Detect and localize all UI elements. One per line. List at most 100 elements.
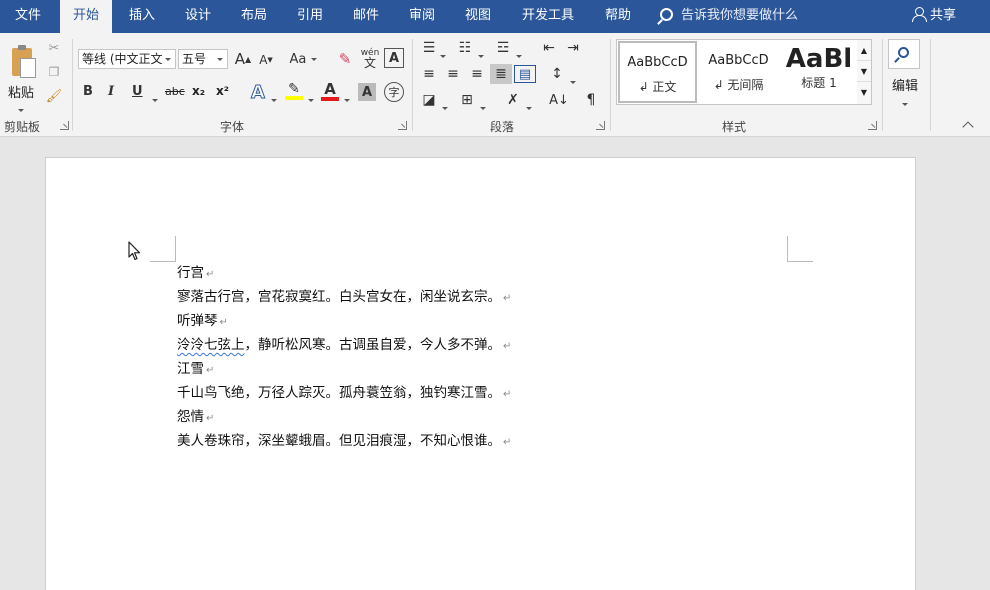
ribbon-home: 粘贴 ✂ ❐ 🖌 剪贴板 等线 (中文正文 五号 A ▲ A ▼ Aa ✎ wén 文… xyxy=(0,33,990,137)
tab-view[interactable]: 视图 xyxy=(454,0,502,33)
chevron-down-icon[interactable] xyxy=(271,91,277,105)
tab-help[interactable]: 帮助 xyxy=(594,0,642,33)
numbering-icon[interactable]: ☷ xyxy=(454,39,476,57)
decrease-indent-icon[interactable]: ⇤ xyxy=(538,39,560,57)
paste-button[interactable]: 粘贴 xyxy=(2,37,40,113)
align-center-icon[interactable]: ≡ xyxy=(442,65,464,83)
font-name-combo[interactable]: 等线 (中文正文 xyxy=(78,49,176,69)
style-no-spacing[interactable]: AaBbCcD ↲ 无间隔 xyxy=(699,41,778,103)
margin-corner-mark xyxy=(150,236,176,262)
chevron-down-icon[interactable] xyxy=(308,91,314,105)
chevron-down-icon[interactable] xyxy=(480,99,486,113)
clear-formatting-icon[interactable]: ✎ xyxy=(336,49,354,69)
shrink-font-icon: A xyxy=(259,53,268,67)
character-shading-icon[interactable]: A xyxy=(358,83,376,101)
poem-text: 寥落古行宫，宫花寂寞红。白头宫女在，闲坐说玄宗。 xyxy=(177,289,501,305)
chevron-down-icon[interactable] xyxy=(478,47,484,61)
poem-title: 听弹琴 xyxy=(177,313,218,329)
chevron-down-icon[interactable] xyxy=(516,47,522,61)
italic-button[interactable]: I xyxy=(108,84,114,99)
gallery-down-icon[interactable]: ▼ xyxy=(857,61,871,82)
grow-font-button[interactable]: A ▲ xyxy=(234,49,252,69)
bold-button[interactable]: B xyxy=(83,84,93,99)
tab-developer[interactable]: 开发工具 xyxy=(514,0,582,33)
highlight-color-button[interactable]: ✎ xyxy=(284,79,304,103)
shading-icon[interactable]: ◪ xyxy=(418,91,440,109)
chevron-down-icon[interactable] xyxy=(570,73,576,87)
doc-line: 行宫 ↵ xyxy=(177,262,511,286)
document-page[interactable]: 行宫 ↵ 寥落古行宫，宫花寂寞红。白头宫女在，闲坐说玄宗。 ↵ 听弹琴 ↵ 泠泠七弦上… xyxy=(45,157,916,590)
gallery-up-icon[interactable]: ▲ xyxy=(857,40,871,61)
tab-file[interactable]: 文件 xyxy=(0,0,56,33)
collapse-ribbon-icon[interactable] xyxy=(962,121,974,133)
paragraph-launcher-icon[interactable] xyxy=(596,121,605,130)
tab-home[interactable]: 开始 xyxy=(60,0,112,33)
font-launcher-icon[interactable] xyxy=(398,121,407,130)
tab-references[interactable]: 引用 xyxy=(286,0,334,33)
strikethrough-button[interactable]: abc xyxy=(165,85,185,98)
person-icon xyxy=(912,7,927,22)
document-canvas: 行宫 ↵ 寥落古行宫，宫花寂寞红。白头宫女在，闲坐说玄宗。 ↵ 听弹琴 ↵ 泠泠七弦上… xyxy=(0,138,990,590)
scissors-icon[interactable]: ✂ xyxy=(44,39,64,57)
copy-icon[interactable]: ❐ xyxy=(44,63,64,81)
share-button[interactable]: 共享 xyxy=(912,0,956,33)
doc-line: 寥落古行宫，宫花寂寞红。白头宫女在，闲坐说玄宗。 ↵ xyxy=(177,286,511,310)
asian-layout-icon[interactable]: ✗ xyxy=(502,91,524,109)
style-name: ↲ 正文 xyxy=(638,80,677,94)
find-button[interactable] xyxy=(888,39,920,69)
line-spacing-icon[interactable]: ↕ xyxy=(546,65,568,83)
phonetic-guide-button[interactable]: wén 文 xyxy=(360,45,380,71)
tell-me-search[interactable]: 告诉我你想要做什么 xyxy=(660,0,798,33)
chevron-down-icon[interactable] xyxy=(440,47,446,61)
document-body[interactable]: 行宫 ↵ 寥落古行宫，宫花寂寞红。白头宫女在，闲坐说玄宗。 ↵ 听弹琴 ↵ 泠泠七弦上… xyxy=(177,262,511,454)
tell-me-text: 告诉我你想要做什么 xyxy=(681,8,799,23)
superscript-button[interactable]: x² xyxy=(216,84,229,98)
bullets-icon[interactable]: ☰ xyxy=(418,39,440,57)
align-left-icon[interactable]: ≡ xyxy=(418,65,440,83)
group-label-clipboard: 剪贴板 xyxy=(4,120,41,134)
shrink-font-button[interactable]: A ▼ xyxy=(258,51,274,69)
increase-indent-icon[interactable]: ⇥ xyxy=(562,39,584,57)
show-formatting-marks-icon[interactable]: ¶ xyxy=(580,91,602,109)
tab-review[interactable]: 审阅 xyxy=(398,0,446,33)
gallery-more-icon[interactable]: ▼ xyxy=(857,82,871,103)
clipboard-launcher-icon[interactable] xyxy=(60,121,69,130)
tab-insert[interactable]: 插入 xyxy=(118,0,166,33)
distributed-icon[interactable]: ▤ xyxy=(514,65,536,83)
editing-label[interactable]: 编辑 xyxy=(892,75,918,94)
align-right-icon[interactable]: ≡ xyxy=(466,65,488,83)
multilevel-list-icon[interactable]: ☲ xyxy=(492,39,514,57)
format-painter-icon[interactable]: 🖌 xyxy=(44,87,64,105)
chevron-down-icon[interactable] xyxy=(902,95,908,109)
search-icon xyxy=(898,47,909,58)
text-effects-icon[interactable]: A xyxy=(248,81,268,103)
doc-line: 千山鸟飞绝，万径人踪灭。孤舟蓑笠翁，独钓寒江雪。 ↵ xyxy=(177,382,511,406)
spelling-flagged-text: 泠泠七弦上 xyxy=(177,337,245,353)
chevron-down-icon[interactable] xyxy=(526,99,532,113)
tab-layout[interactable]: 布局 xyxy=(230,0,278,33)
tab-design[interactable]: 设计 xyxy=(174,0,222,33)
borders-icon[interactable]: ⊞ xyxy=(456,91,478,109)
character-border-icon[interactable]: A xyxy=(384,48,404,68)
chevron-down-icon[interactable] xyxy=(344,91,350,105)
paragraph-mark: ↵ xyxy=(503,293,512,304)
style-heading-1[interactable]: AaBl 标题 1 xyxy=(780,41,858,103)
underline-button[interactable]: U xyxy=(132,84,143,99)
justify-icon[interactable]: ≣ xyxy=(490,64,512,84)
change-case-button[interactable]: Aa xyxy=(288,49,318,69)
style-normal[interactable]: AaBbCcD ↲ 正文 xyxy=(618,41,697,103)
group-divider xyxy=(610,39,611,131)
subscript-button[interactable]: x₂ xyxy=(192,84,205,98)
font-color-icon: A xyxy=(324,79,336,98)
chevron-down-icon[interactable] xyxy=(152,91,158,105)
font-size-combo[interactable]: 五号 xyxy=(178,49,228,69)
chevron-down-icon[interactable] xyxy=(442,99,448,113)
font-color-button[interactable]: A xyxy=(320,79,340,103)
poem-text: 千山鸟飞绝，万径人踪灭。孤舟蓑笠翁，独钓寒江雪。 xyxy=(177,385,501,401)
styles-launcher-icon[interactable] xyxy=(868,121,877,130)
tab-mailings[interactable]: 邮件 xyxy=(342,0,390,33)
styles-gallery-scroll: ▲ ▼ ▼ xyxy=(857,39,872,105)
paragraph-mark: ↵ xyxy=(503,437,512,448)
sort-icon[interactable]: A↓ xyxy=(548,91,570,109)
enclose-characters-button[interactable]: 字 xyxy=(384,82,404,102)
